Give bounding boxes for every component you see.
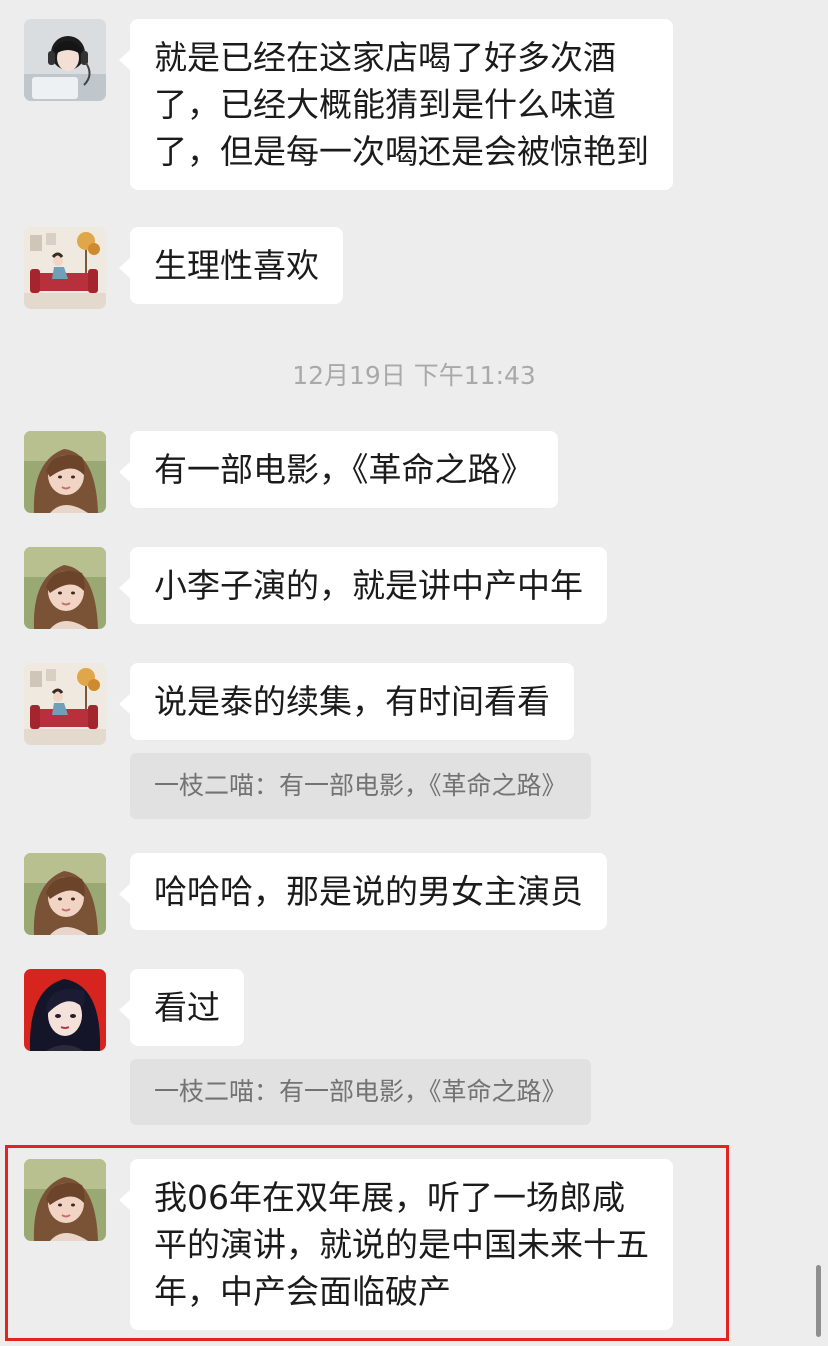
message-text: 哈哈哈，那是说的男女主演员 <box>154 872 583 911</box>
scrollbar[interactable] <box>816 1265 821 1337</box>
message-bubble[interactable]: 小李子演的，就是讲中产中年 <box>119 547 607 624</box>
message-bubble[interactable]: 我06年在双年展，听了一场郎咸 平的演讲，就说的是中国未来十五 年，中产会面临破… <box>119 1159 673 1330</box>
message-bubble[interactable]: 哈哈哈，那是说的男女主演员 <box>119 853 607 930</box>
message-text: 有一部电影，《革命之路》 <box>154 450 534 489</box>
sofa-room-avatar-image <box>24 663 106 745</box>
quoted-reply[interactable]: 一枝二喵：有一部电影，《革命之路》 <box>130 1059 591 1125</box>
long-hair-girl-avatar-image <box>24 853 106 935</box>
user-avatar[interactable] <box>24 431 106 513</box>
message-bubble[interactable]: 说是泰的续集，有时间看看 <box>119 663 574 740</box>
long-hair-girl-avatar-image <box>24 431 106 513</box>
message-text: 了，但是每一次喝还是会被惊艳到 <box>154 132 649 171</box>
headphones-girl-avatar-image <box>24 19 106 101</box>
chat-timestamp: 12月19日 下午11:43 <box>292 361 536 390</box>
message-text: 我06年在双年展，听了一场郎咸 <box>154 1178 625 1217</box>
long-hair-girl-avatar-image <box>24 1159 106 1241</box>
message-text: 了，已经大概能猜到是什么味道 <box>154 85 616 124</box>
user-avatar[interactable] <box>24 1159 106 1241</box>
quoted-reply[interactable]: 一枝二喵：有一部电影，《革命之路》 <box>130 753 591 819</box>
message-bubble[interactable]: 有一部电影，《革命之路》 <box>119 431 558 508</box>
message-bubble[interactable]: 生理性喜欢 <box>119 227 343 304</box>
message-text: 平的演讲，就说的是中国未来十五 <box>154 1225 649 1264</box>
user-avatar[interactable] <box>24 663 106 745</box>
message-text: 说是泰的续集，有时间看看 <box>154 682 550 721</box>
long-hair-girl-avatar-image <box>24 547 106 629</box>
user-avatar[interactable] <box>24 547 106 629</box>
user-avatar[interactable] <box>24 19 106 101</box>
message-text: 生理性喜欢 <box>154 246 319 285</box>
sofa-room-avatar-image <box>24 227 106 309</box>
user-avatar[interactable] <box>24 227 106 309</box>
user-avatar[interactable] <box>24 853 106 935</box>
message-text: 就是已经在这家店喝了好多次酒 <box>154 38 616 77</box>
message-bubble[interactable]: 看过 <box>119 969 244 1046</box>
message-text: 看过 <box>154 988 220 1027</box>
message-text: 小李子演的，就是讲中产中年 <box>154 566 583 605</box>
user-avatar[interactable] <box>24 969 106 1051</box>
message-text: 年，中产会面临破产 <box>154 1272 451 1311</box>
message-bubble[interactable]: 就是已经在这家店喝了好多次酒 了，已经大概能猜到是什么味道 了，但是每一次喝还是… <box>119 19 673 190</box>
anime-girl-avatar-image <box>24 969 106 1051</box>
